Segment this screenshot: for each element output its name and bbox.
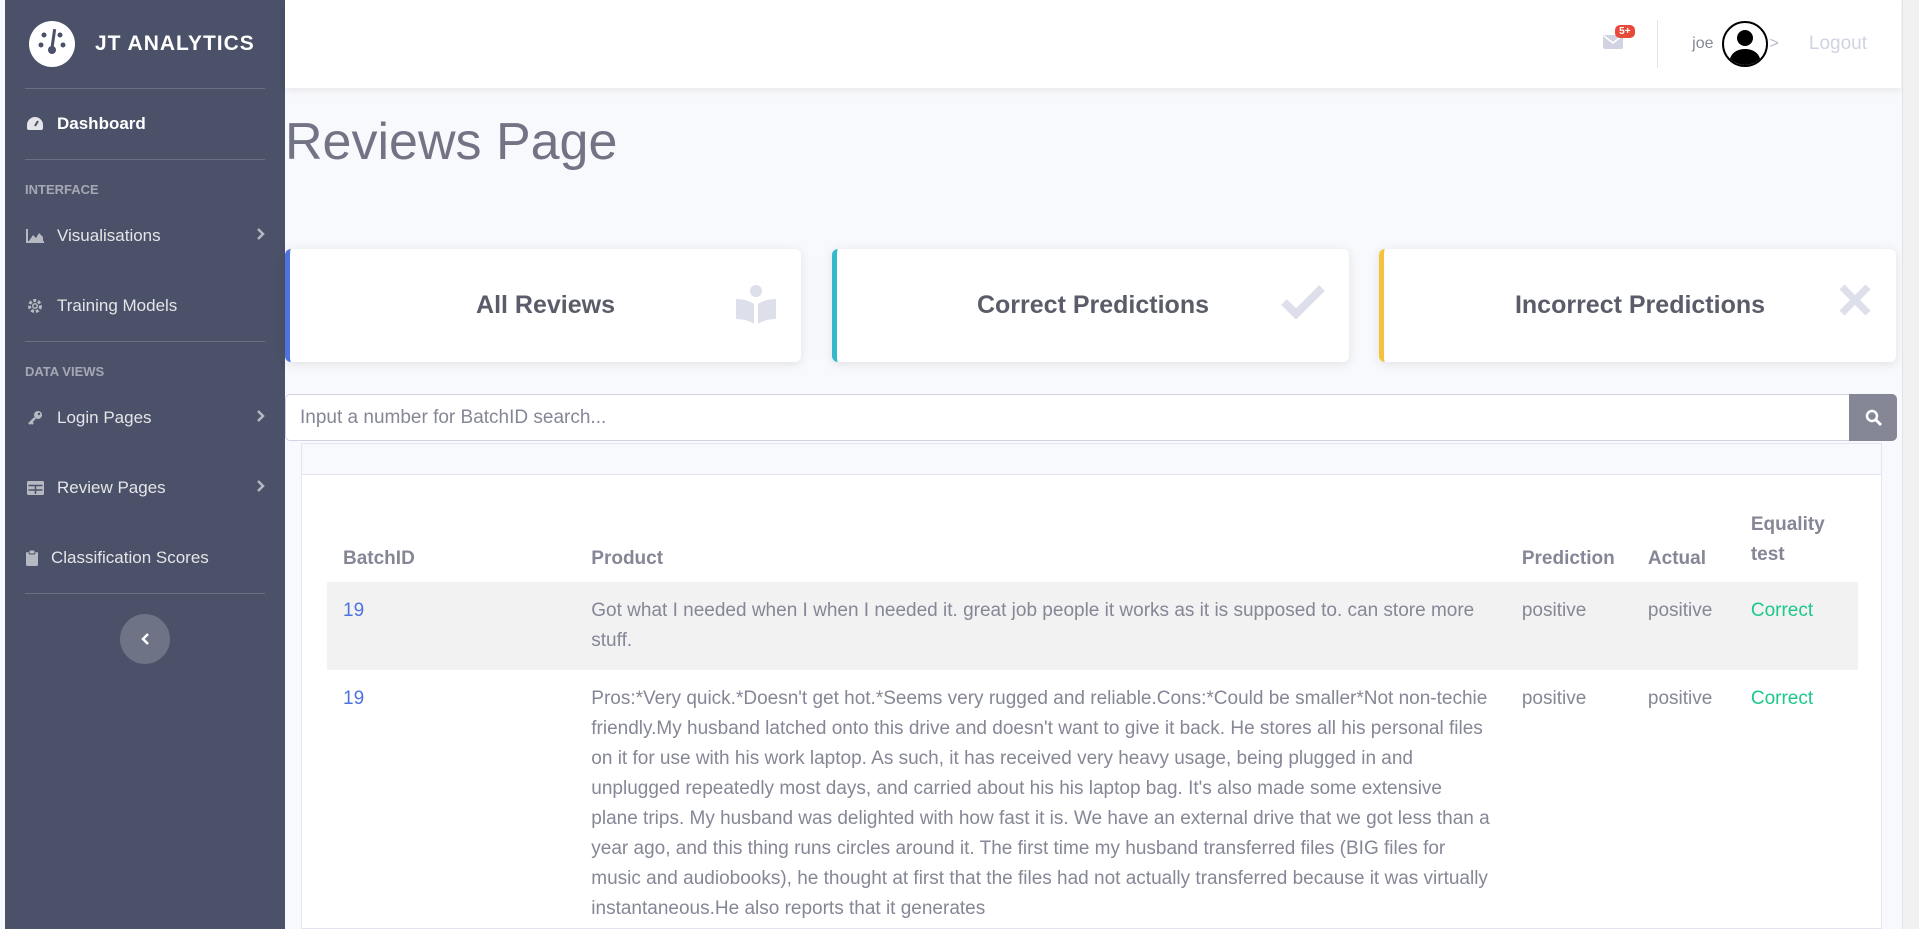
chevron-right-icon xyxy=(256,478,265,498)
user-caret: > xyxy=(1769,35,1779,52)
page-scrollbar[interactable] xyxy=(1902,0,1919,929)
brand-name: JT ANALYTICS xyxy=(95,32,255,55)
column-header-equality[interactable]: Equality test xyxy=(1735,510,1858,582)
search-button[interactable] xyxy=(1849,394,1897,441)
batch-search-input[interactable] xyxy=(285,394,1849,441)
column-header-product[interactable]: Product xyxy=(575,510,1506,582)
sidebar-item-label: Visualisations xyxy=(57,226,161,245)
user-name[interactable]: joe xyxy=(1692,35,1713,53)
equality-cell: Correct xyxy=(1750,688,1814,709)
check-icon xyxy=(1281,285,1325,319)
sidebar-divider xyxy=(25,593,265,594)
sidebar-item-review-pages[interactable]: Review Pages xyxy=(5,453,285,523)
brand[interactable]: JT ANALYTICS xyxy=(5,0,285,88)
column-header-prediction[interactable]: Prediction xyxy=(1506,510,1632,582)
tachometer-icon xyxy=(25,114,45,134)
batch-link[interactable]: 19 xyxy=(343,688,364,709)
times-icon xyxy=(1839,284,1871,316)
search-icon xyxy=(1865,409,1882,426)
logout-link[interactable]: Logout xyxy=(1809,33,1867,55)
reviews-table-card: BatchID Product Prediction Actual Equali… xyxy=(301,443,1882,929)
area-chart-icon xyxy=(25,226,45,246)
key-icon xyxy=(25,408,45,428)
chevron-left-icon xyxy=(140,633,149,645)
cog-icon xyxy=(25,296,45,316)
sidebar-item-visualisations[interactable]: Visualisations xyxy=(5,201,285,271)
batch-search xyxy=(285,394,1897,441)
actual-cell: positive xyxy=(1647,688,1713,709)
sidebar-item-label: Dashboard xyxy=(57,114,146,133)
sidebar-item-training-models[interactable]: Training Models xyxy=(5,271,285,341)
table-icon xyxy=(25,478,45,498)
batch-link[interactable]: 19 xyxy=(343,600,364,621)
table-card-header xyxy=(302,444,1881,475)
chevron-right-icon xyxy=(256,226,265,246)
product-cell: Pros:*Very quick.*Doesn't get hot.*Seems… xyxy=(591,688,1490,919)
chevron-right-icon xyxy=(256,408,265,428)
topbar: 5+ joe > Logout xyxy=(285,0,1901,88)
sidebar-item-classification-scores[interactable]: Classification Scores xyxy=(5,523,285,593)
correct-predictions-card[interactable]: Correct Predictions xyxy=(832,249,1349,362)
table-header-row: BatchID Product Prediction Actual Equali… xyxy=(327,510,1858,582)
equality-cell: Correct xyxy=(1734,582,1858,670)
sidebar-item-dashboard[interactable]: Dashboard xyxy=(5,89,285,159)
reviews-table: BatchID Product Prediction Actual Equali… xyxy=(327,510,1858,928)
prediction-cell: positive xyxy=(1505,582,1632,670)
message-count-badge: 5+ xyxy=(1615,24,1635,38)
table-row: 19 Got what I needed when I when I neede… xyxy=(327,582,1858,670)
column-header-actual[interactable]: Actual xyxy=(1632,510,1735,582)
book-reader-icon xyxy=(736,285,776,324)
card-title: Correct Predictions xyxy=(976,291,1209,319)
user-silhouette-icon xyxy=(1728,30,1761,65)
card-title: Incorrect Predictions xyxy=(1514,291,1766,319)
sidebar-item-label: Classification Scores xyxy=(51,548,209,567)
table-row: 19 Pros:*Very quick.*Doesn't get hot.*Se… xyxy=(327,670,1858,928)
prediction-cell: positive xyxy=(1521,688,1587,709)
sidebar-toggle-button[interactable] xyxy=(120,614,170,664)
product-cell: Got what I needed when I when I needed i… xyxy=(575,582,1506,670)
card-title: All Reviews xyxy=(476,291,615,319)
messages-button[interactable]: 5+ xyxy=(1603,24,1635,55)
avatar[interactable] xyxy=(1721,21,1768,67)
incorrect-predictions-card[interactable]: Incorrect Predictions xyxy=(1379,249,1896,362)
sidebar-item-login-pages[interactable]: Login Pages xyxy=(5,383,285,453)
sidebar: JT ANALYTICS Dashboard INTERFACE Visuali… xyxy=(5,0,285,929)
sidebar-heading-interface: INTERFACE xyxy=(25,182,99,197)
column-header-batchid[interactable]: BatchID xyxy=(327,510,575,582)
topbar-divider xyxy=(1657,20,1659,68)
page-title: Reviews Page xyxy=(285,113,618,171)
sidebar-heading-data-views: DATA VIEWS xyxy=(25,364,105,379)
clipboard-icon xyxy=(25,548,39,568)
gauge-icon xyxy=(29,21,75,67)
all-reviews-card[interactable]: All Reviews xyxy=(285,249,801,362)
sidebar-item-label: Training Models xyxy=(57,296,178,315)
actual-cell: positive xyxy=(1631,582,1735,670)
sidebar-item-label: Login Pages xyxy=(57,408,152,427)
sidebar-item-label: Review Pages xyxy=(57,478,166,497)
